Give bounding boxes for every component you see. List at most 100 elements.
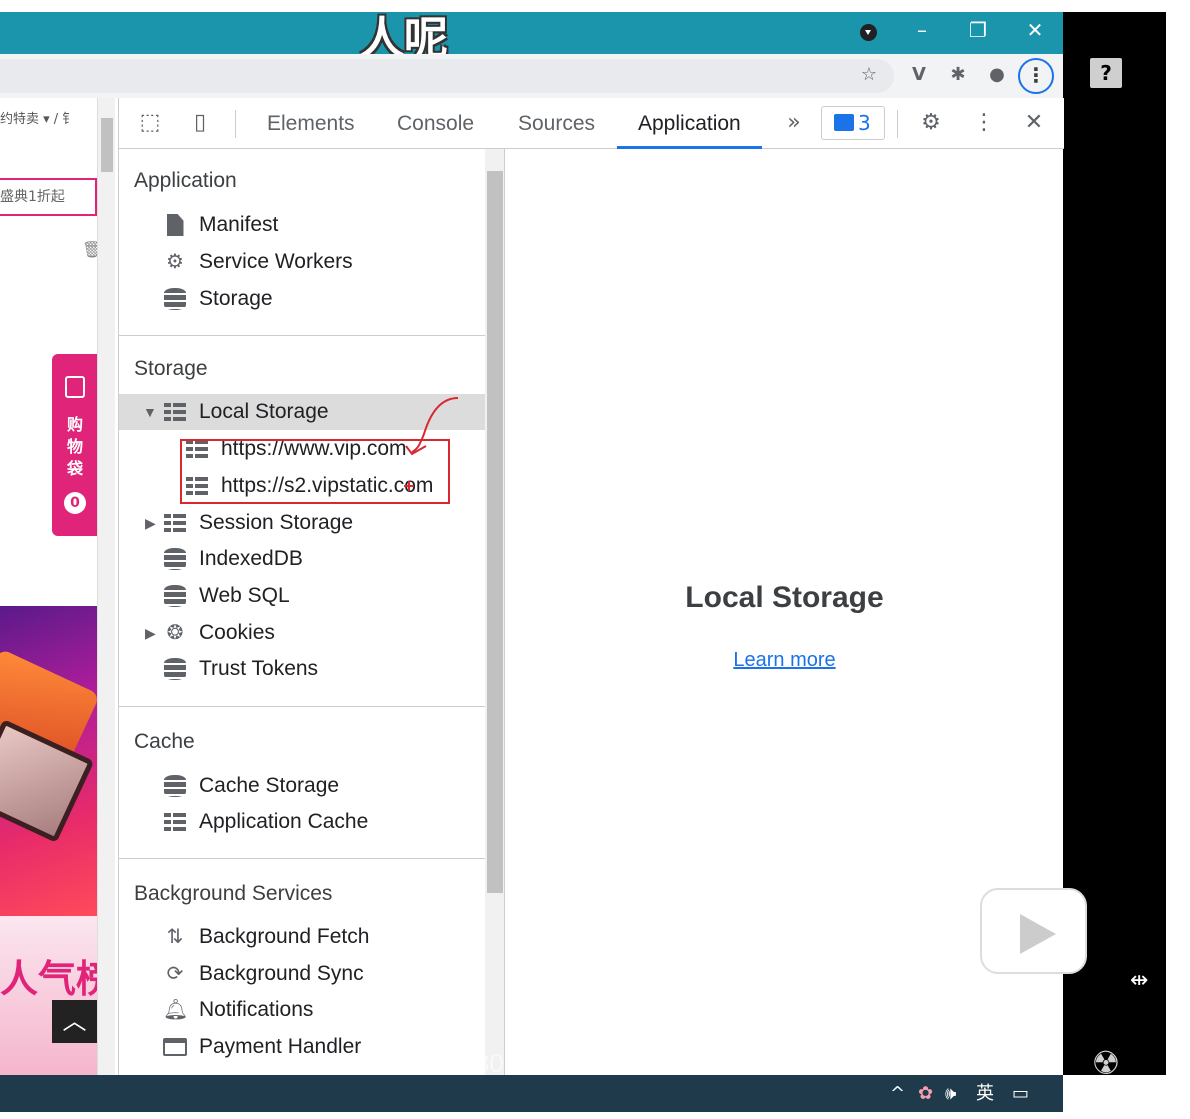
tray-flower-icon[interactable]: ✿: [918, 1080, 933, 1108]
volume-icon[interactable]: 🕪︎: [945, 1080, 956, 1108]
cookie-icon: ❂: [166, 622, 184, 644]
document-icon: [163, 213, 187, 237]
sidebar-scrollbar[interactable]: [485, 149, 504, 1075]
sidebar-item-label: Background Fetch: [199, 925, 370, 948]
application-sidebar: Application Manifest ⚙ Service Workers S…: [119, 149, 505, 1075]
browser-toolbar: [0, 54, 1063, 98]
sidebar-item-service-workers[interactable]: ⚙ Service Workers: [119, 244, 485, 280]
sidebar-item-label: Notifications: [199, 998, 314, 1021]
radiation-icon[interactable]: ☢: [1088, 1045, 1124, 1081]
learn-more-link[interactable]: Learn more: [506, 649, 1063, 672]
tab-separator: [235, 110, 236, 138]
ime-indicator[interactable]: 英: [976, 1080, 994, 1108]
expand-down-icon[interactable]: ▼: [143, 394, 157, 430]
webpage-search-input[interactable]: 盛典1折起: [0, 178, 97, 216]
devtools-tabbar: ⬚ ▯ Elements Console Sources Application…: [119, 98, 1064, 149]
credit-card-icon: [163, 1035, 187, 1059]
sidebar-item-session-storage[interactable]: ▶ Session Storage: [119, 505, 485, 541]
sidebar-item-label: Cache Storage: [199, 774, 340, 797]
sidebar-item-web-sql[interactable]: Web SQL: [119, 578, 485, 614]
browser-menu-icon[interactable]: ⋮: [1018, 58, 1054, 94]
database-icon: [163, 657, 187, 681]
tab-sources[interactable]: Sources: [518, 98, 595, 149]
sidebar-item-label: Application Cache: [199, 810, 369, 833]
extensions-puzzle-icon[interactable]: ✱: [944, 60, 972, 90]
message-icon: [834, 114, 854, 131]
sidebar-item-label: Storage: [199, 287, 273, 310]
close-devtools-icon[interactable]: ✕: [1019, 108, 1049, 138]
sidebar-item-label: Background Sync: [199, 962, 364, 985]
database-icon: [163, 584, 187, 608]
webpage-breadcrumb[interactable]: 约特卖 ▾ / 钅: [0, 108, 75, 127]
bookmark-star-icon[interactable]: ☆: [855, 60, 883, 90]
sidebar-item-indexeddb[interactable]: IndexedDB: [119, 541, 485, 577]
annotation-arrow-icon: [404, 397, 459, 491]
more-tabs-button[interactable]: »: [779, 108, 809, 138]
shopping-bag-button[interactable]: 购物袋 0: [52, 354, 97, 536]
sidebar-item-trust-tokens[interactable]: Trust Tokens: [119, 651, 485, 687]
record-icon[interactable]: [860, 24, 877, 41]
restore-button[interactable]: ❐: [963, 14, 993, 46]
window-titlebar: [0, 12, 1063, 54]
close-window-button[interactable]: ✕: [1020, 14, 1050, 46]
notification-center-icon[interactable]: ▭: [1012, 1080, 1029, 1108]
section-cache: Cache: [134, 730, 195, 753]
sidebar-item-label: Session Storage: [199, 511, 354, 534]
sidebar-item-cookies[interactable]: ▶ ❂ Cookies: [119, 615, 485, 651]
tray-caret-icon[interactable]: ^: [890, 1080, 905, 1108]
expand-right-icon[interactable]: ▶: [145, 505, 156, 541]
issues-counter[interactable]: 3: [821, 106, 885, 140]
help-icon[interactable]: ?: [1090, 58, 1122, 88]
grid-icon: [163, 511, 187, 535]
webpage-scroll-thumb[interactable]: [101, 118, 113, 172]
grid-icon: [163, 810, 187, 834]
extension-v-icon[interactable]: V: [905, 60, 933, 90]
play-button[interactable]: [980, 888, 1087, 974]
profile-icon[interactable]: ●: [983, 60, 1011, 90]
sidebar-item-label: IndexedDB: [199, 547, 303, 570]
tab-elements[interactable]: Elements: [267, 98, 355, 149]
section-divider: [119, 858, 485, 859]
sidebar-item-background-fetch[interactable]: ⇅ Background Fetch: [119, 919, 485, 955]
sidebar-item-cache-storage[interactable]: Cache Storage: [119, 768, 485, 804]
section-background-services: Background Services: [134, 882, 333, 905]
back-to-top-button[interactable]: ︿: [52, 1000, 97, 1043]
trash-icon[interactable]: 🗑: [82, 240, 97, 259]
webpage-scrollbar[interactable]: [97, 98, 115, 1075]
up-down-arrows-icon: ⇅: [166, 926, 184, 948]
gear-icon: ⚙: [166, 251, 184, 273]
sidebar-item-label: Cookies: [199, 621, 275, 644]
issues-count: 3: [858, 111, 871, 135]
database-icon: [163, 547, 187, 571]
sidebar-item-notifications[interactable]: 🔔︎ Notifications: [119, 992, 485, 1028]
sidebar-item-manifest[interactable]: Manifest: [119, 207, 485, 243]
expand-right-icon[interactable]: ▶: [145, 615, 156, 651]
tab-console[interactable]: Console: [397, 98, 474, 149]
settings-gear-icon[interactable]: ⚙: [916, 108, 946, 138]
sidebar-item-application-cache[interactable]: Application Cache: [119, 804, 485, 840]
sidebar-item-storage[interactable]: Storage: [119, 281, 485, 317]
sidebar-item-label: Web SQL: [199, 584, 290, 607]
devtools-menu-icon[interactable]: ⋮: [969, 108, 999, 138]
sidebar-item-background-sync[interactable]: ⟳ Background Sync: [119, 956, 485, 992]
video-controls-overlay: 1080P 高清 2.0x: [430, 1035, 1070, 1080]
section-application: Application: [134, 169, 237, 192]
inspect-element-icon[interactable]: ⬚: [135, 108, 165, 138]
minimize-button[interactable]: –: [907, 14, 937, 46]
grid-icon: [163, 400, 187, 424]
address-bar[interactable]: [0, 59, 894, 93]
sidebar-item-label: Manifest: [199, 213, 279, 236]
bell-icon: 🔔︎: [163, 999, 189, 1021]
sidebar-item-label: Trust Tokens: [199, 657, 319, 680]
section-storage: Storage: [134, 357, 208, 380]
sidebar-item-label: Payment Handler: [199, 1035, 362, 1058]
device-toolbar-icon[interactable]: ▯: [185, 108, 215, 138]
tab-separator-2: [897, 110, 898, 138]
bottom-edge: [0, 1112, 1190, 1119]
tab-application[interactable]: Application: [617, 98, 762, 149]
database-icon: [163, 287, 187, 311]
speed-label[interactable]: 2.0x: [636, 1043, 685, 1074]
sidebar-scroll-thumb[interactable]: [487, 171, 503, 893]
promo-banner-image[interactable]: [0, 606, 97, 916]
resize-icon[interactable]: ⇹: [1130, 968, 1148, 993]
